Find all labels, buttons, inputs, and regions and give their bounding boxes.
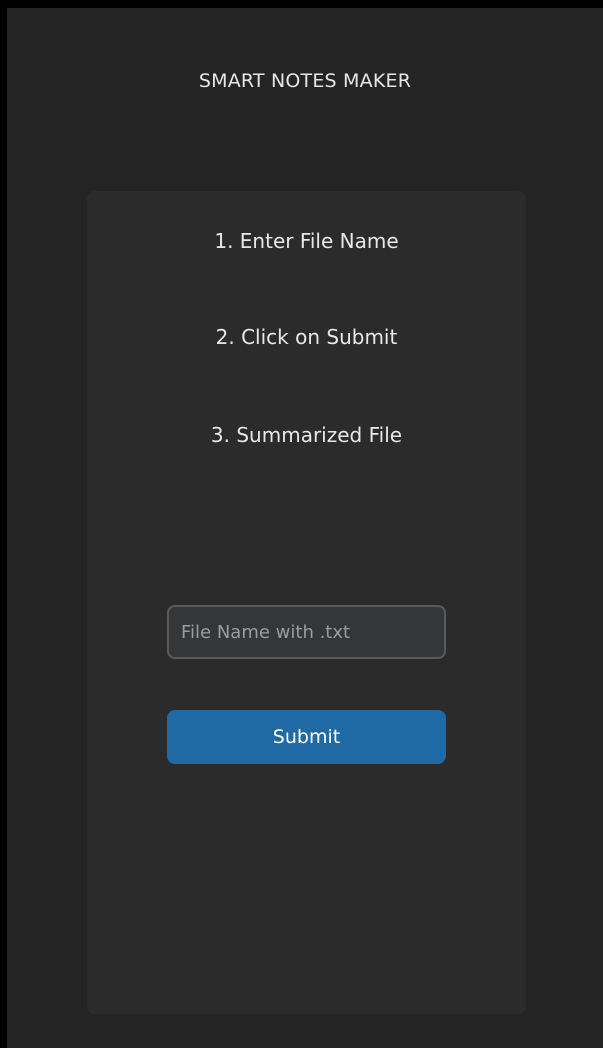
app-title: SMART NOTES MAKER [198, 70, 412, 92]
submit-button[interactable]: Submit [167, 710, 446, 764]
step-summarized-file: 3. Summarized File [210, 423, 403, 447]
main-card: 1. Enter File Name 2. Click on Submit 3.… [87, 191, 526, 1014]
step-enter-file-name: 1. Enter File Name [214, 229, 399, 253]
step-click-submit: 2. Click on Submit [215, 325, 398, 349]
file-name-input[interactable] [167, 605, 446, 659]
app-window: SMART NOTES MAKER 1. Enter File Name 2. … [7, 8, 603, 1048]
screen-frame: SMART NOTES MAKER 1. Enter File Name 2. … [0, 0, 603, 1048]
